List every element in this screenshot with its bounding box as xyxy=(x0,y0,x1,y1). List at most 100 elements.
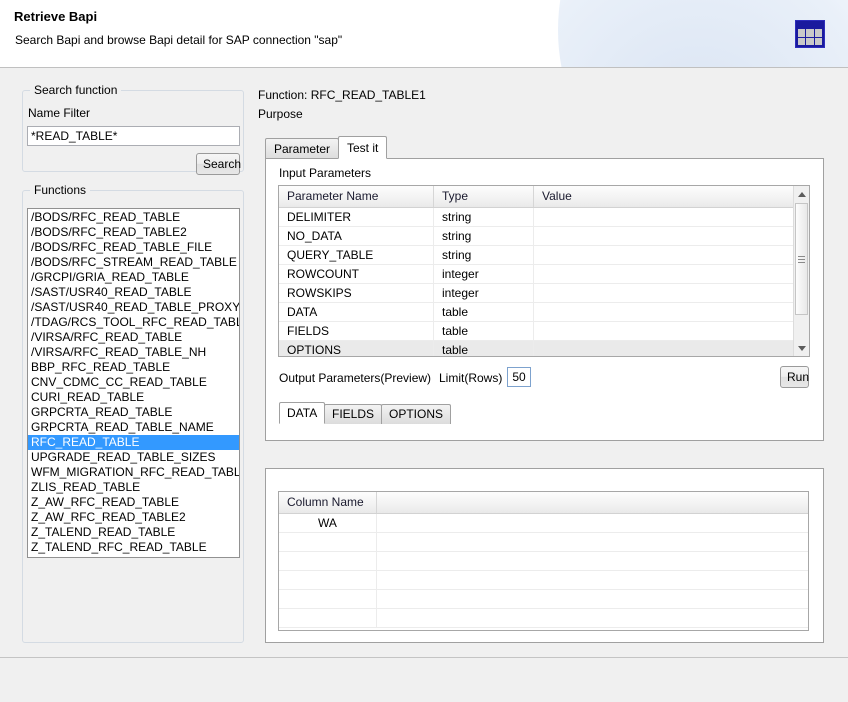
cell-value[interactable] xyxy=(377,514,808,532)
cell-name[interactable] xyxy=(279,590,377,608)
table-row[interactable]: FIELDStable xyxy=(279,322,809,341)
cell-name[interactable]: FIELDS xyxy=(279,322,434,340)
cell-value[interactable] xyxy=(534,284,809,302)
list-item[interactable]: /BODS/RFC_STREAM_READ_TABLE xyxy=(28,255,239,270)
cell-value[interactable] xyxy=(377,533,808,551)
table-row[interactable] xyxy=(279,533,808,552)
name-filter-input[interactable] xyxy=(27,126,240,146)
output-tab-options[interactable]: OPTIONS xyxy=(381,404,451,424)
column-header-type[interactable]: Type xyxy=(434,186,534,207)
input-parameters-scrollbar[interactable] xyxy=(793,186,809,356)
column-header-column-name[interactable]: Column Name xyxy=(279,492,377,513)
cell-name[interactable]: QUERY_TABLE xyxy=(279,246,434,264)
cell-value[interactable] xyxy=(377,609,808,627)
table-row[interactable]: QUERY_TABLEstring xyxy=(279,246,809,265)
cell-value[interactable] xyxy=(534,341,809,357)
cell-type[interactable]: integer xyxy=(434,284,534,302)
table-row[interactable]: ROWSKIPSinteger xyxy=(279,284,809,303)
scroll-up-icon[interactable] xyxy=(794,186,809,202)
cell-name[interactable]: DATA xyxy=(279,303,434,321)
list-item[interactable]: /BODS/RFC_READ_TABLE2 xyxy=(28,225,239,240)
cell-value[interactable] xyxy=(534,303,809,321)
table-row[interactable]: WA xyxy=(279,514,808,533)
list-item[interactable]: /TDAG/RCS_TOOL_RFC_READ_TABLE xyxy=(28,315,239,330)
table-row[interactable]: ROWCOUNTinteger xyxy=(279,265,809,284)
cell-type[interactable]: table xyxy=(434,322,534,340)
cell-name[interactable]: ROWSKIPS xyxy=(279,284,434,302)
table-row[interactable]: DELIMITERstring xyxy=(279,208,809,227)
list-item[interactable]: GRPCRTA_READ_TABLE_NAME xyxy=(28,420,239,435)
scrollbar-thumb[interactable] xyxy=(795,203,808,315)
cell-value[interactable] xyxy=(534,322,809,340)
list-item[interactable]: CURI_READ_TABLE xyxy=(28,390,239,405)
table-row[interactable]: NO_DATAstring xyxy=(279,227,809,246)
list-item[interactable]: /GRCPI/GRIA_READ_TABLE xyxy=(28,270,239,285)
input-parameters-table[interactable]: Parameter Name Type Value DELIMITERstrin… xyxy=(278,185,810,357)
cell-name[interactable] xyxy=(279,571,377,589)
functions-legend: Functions xyxy=(30,183,90,197)
list-item[interactable]: /VIRSA/RFC_READ_TABLE xyxy=(28,330,239,345)
list-item[interactable]: WFM_MIGRATION_RFC_READ_TABLE xyxy=(28,465,239,480)
list-item[interactable]: Z_AW_RFC_READ_TABLE xyxy=(28,495,239,510)
table-row[interactable]: OPTIONStable xyxy=(279,341,809,357)
functions-list[interactable]: /BODS/RFC_READ_TABLE/BODS/RFC_READ_TABLE… xyxy=(27,208,240,558)
data-output-table[interactable]: Column Name WA xyxy=(278,491,809,631)
cell-name[interactable]: NO_DATA xyxy=(279,227,434,245)
cell-type[interactable]: table xyxy=(434,303,534,321)
run-button[interactable]: Run xyxy=(780,366,809,388)
function-name-label: Function: RFC_READ_TABLE1 xyxy=(258,88,426,102)
tab-parameter[interactable]: Parameter xyxy=(265,138,339,159)
list-item[interactable]: Z_AW_RFC_READ_TABLE2 xyxy=(28,510,239,525)
cell-type[interactable]: string xyxy=(434,246,534,264)
table-row[interactable] xyxy=(279,571,808,590)
search-button[interactable]: Search xyxy=(196,153,240,175)
cell-value[interactable] xyxy=(534,265,809,283)
cell-name[interactable] xyxy=(279,552,377,570)
cell-name[interactable] xyxy=(279,609,377,627)
list-item[interactable]: RFC_READ_TABLE xyxy=(28,435,239,450)
limit-rows-input[interactable] xyxy=(507,367,531,387)
output-tab-data[interactable]: DATA xyxy=(279,402,325,424)
list-item[interactable]: /SAST/USR40_READ_TABLE xyxy=(28,285,239,300)
list-item[interactable]: /BODS/RFC_READ_TABLE xyxy=(28,210,239,225)
list-item[interactable]: /VIRSA/RFC_READ_TABLE_NH xyxy=(28,345,239,360)
list-item[interactable]: Z_TALEND_RFC_READ_TABLE xyxy=(28,540,239,555)
cell-type[interactable]: integer xyxy=(434,265,534,283)
output-tab-fields[interactable]: FIELDS xyxy=(324,404,382,424)
cell-type[interactable]: table xyxy=(434,341,534,357)
cell-name[interactable] xyxy=(279,533,377,551)
list-item[interactable]: CNV_CDMC_CC_READ_TABLE xyxy=(28,375,239,390)
table-row[interactable]: DATAtable xyxy=(279,303,809,322)
table-grid-icon xyxy=(795,20,825,48)
cell-value[interactable] xyxy=(377,552,808,570)
cell-value[interactable] xyxy=(534,246,809,264)
table-row[interactable] xyxy=(279,609,808,628)
list-item[interactable]: UPGRADE_READ_TABLE_SIZES xyxy=(28,450,239,465)
list-item[interactable]: BBP_RFC_READ_TABLE xyxy=(28,360,239,375)
cell-value[interactable] xyxy=(377,571,808,589)
list-item[interactable]: Z_TALEND_READ_TABLE xyxy=(28,525,239,540)
cell-name[interactable]: OPTIONS xyxy=(279,341,434,357)
purpose-label: Purpose xyxy=(258,107,303,121)
list-item[interactable]: ZLIS_READ_TABLE xyxy=(28,480,239,495)
list-item[interactable]: /SAST/USR40_READ_TABLE_PROXY xyxy=(28,300,239,315)
scroll-down-icon[interactable] xyxy=(794,340,809,356)
cell-name[interactable]: DELIMITER xyxy=(279,208,434,226)
cell-type[interactable]: string xyxy=(434,208,534,226)
list-item[interactable]: /BODS/RFC_READ_TABLE_FILE xyxy=(28,240,239,255)
output-parameters-label: Output Parameters(Preview) xyxy=(279,371,431,385)
cell-name[interactable]: ROWCOUNT xyxy=(279,265,434,283)
cell-type[interactable]: string xyxy=(434,227,534,245)
cell-value[interactable] xyxy=(534,208,809,226)
column-header-blank[interactable] xyxy=(377,492,808,513)
name-filter-label: Name Filter xyxy=(28,106,90,120)
column-header-value[interactable]: Value xyxy=(534,186,809,207)
cell-value[interactable] xyxy=(377,590,808,608)
cell-name[interactable]: WA xyxy=(279,514,377,532)
list-item[interactable]: GRPCRTA_READ_TABLE xyxy=(28,405,239,420)
cell-value[interactable] xyxy=(534,227,809,245)
column-header-parameter-name[interactable]: Parameter Name xyxy=(279,186,434,207)
table-row[interactable] xyxy=(279,552,808,571)
tab-test-it[interactable]: Test it xyxy=(338,136,387,159)
table-row[interactable] xyxy=(279,590,808,609)
